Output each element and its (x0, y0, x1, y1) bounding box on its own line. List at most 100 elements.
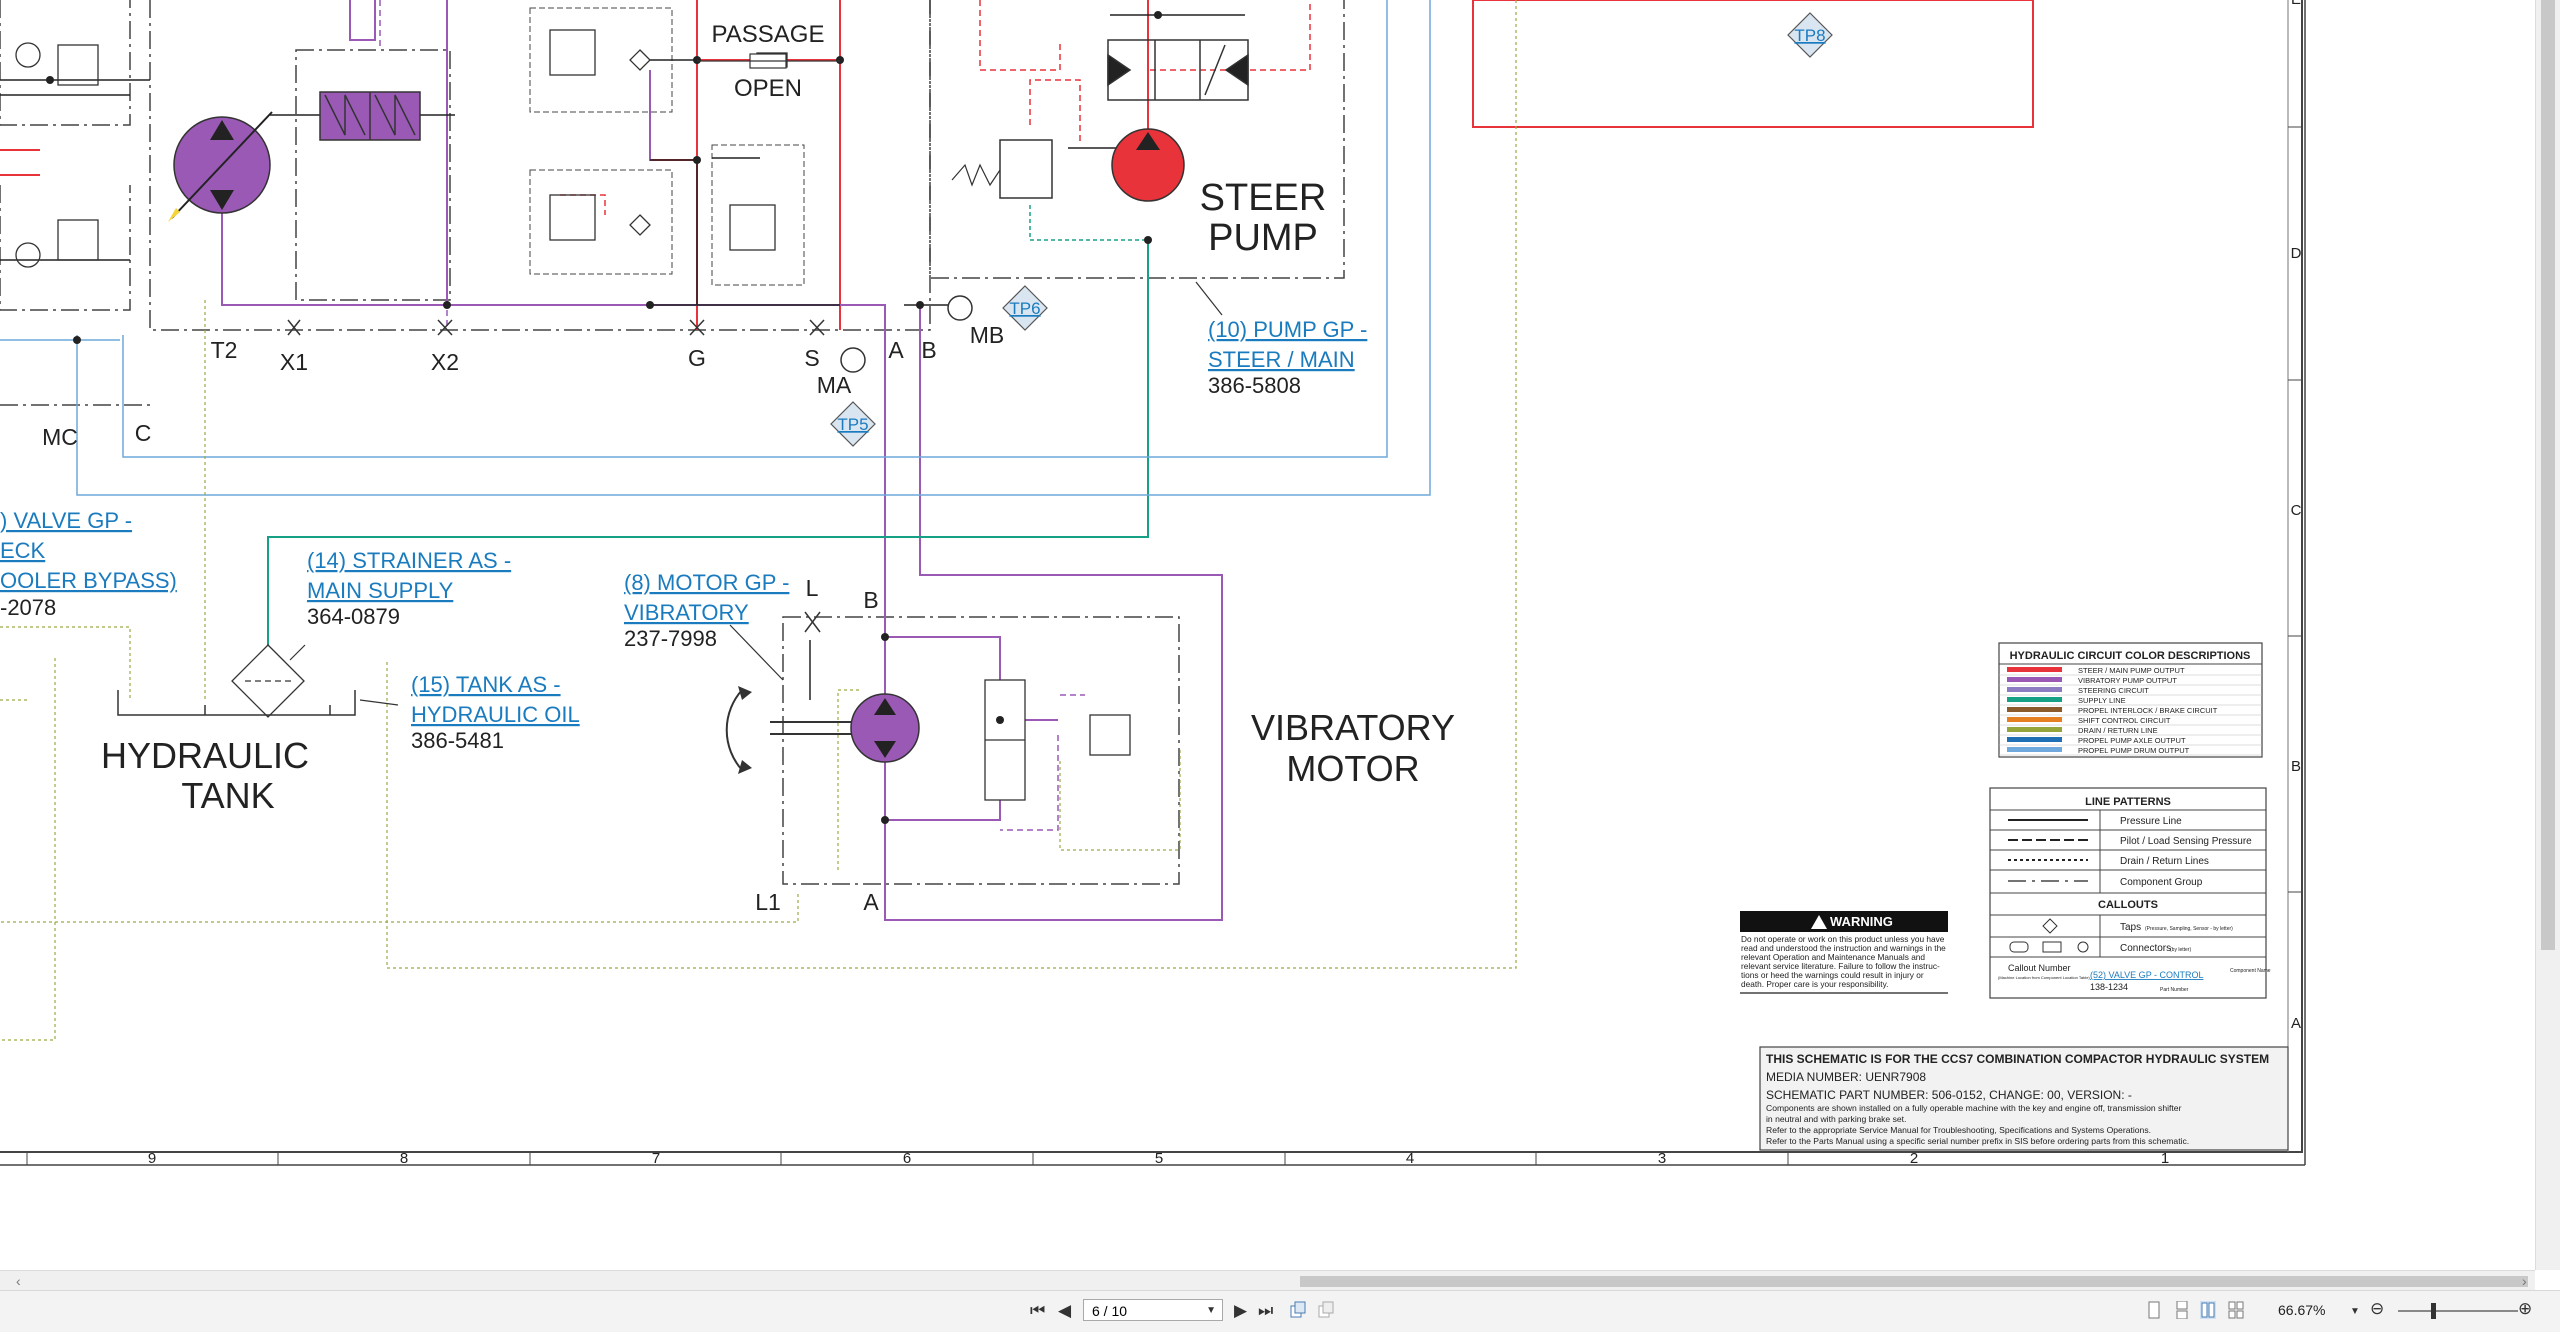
chevron-down-icon[interactable]: ▼ (1206, 1300, 1216, 1322)
hydraulic-tank-symbol (117, 690, 356, 716)
steer-pump-label-2: PUMP (1208, 217, 1318, 259)
grid-col-label: 9 (148, 1150, 156, 1167)
zoom-dropdown-chevron-icon[interactable]: ▼ (2350, 1302, 2360, 1322)
zoom-slider-track[interactable] (2398, 1310, 2518, 1312)
legend-label: DRAIN / RETURN LINE (2078, 726, 2158, 735)
callout-strainer[interactable]: (14) STRAINER AS - (307, 548, 511, 573)
open-label: OPEN (734, 75, 802, 102)
callout-tank-as[interactable]: HYDRAULIC OIL (411, 702, 580, 727)
scroll-left-icon[interactable]: ‹ (16, 1271, 21, 1291)
status-bar: ⏮ ◀ 6 / 10 ▼ ▶ ⏭ 66.67% ▼ ⊖ ⊕ (0, 1290, 2560, 1332)
svg-text:LINE PATTERNS: LINE PATTERNS (2085, 796, 2171, 808)
facing-view-icon[interactable] (2200, 1301, 2216, 1319)
legend-swatch (2007, 747, 2062, 752)
horizontal-scrollbar[interactable]: ‹ › (0, 1270, 2535, 1291)
port-mb-label: MB (970, 322, 1005, 348)
port-x1-label: X1 (280, 349, 308, 375)
document-viewport[interactable]: 9 8 7 6 5 4 3 2 1 E D C B A (0, 0, 2535, 1270)
svg-text:CALLOUTS: CALLOUTS (2098, 899, 2158, 911)
facing-continuous-view-icon[interactable] (2228, 1301, 2244, 1319)
passage-label: PASSAGE (712, 21, 825, 48)
legend-swatch (2007, 667, 2062, 672)
vibratory-motor-label-2: MOTOR (1286, 748, 1419, 789)
vibratory-pump-symbol (168, 111, 273, 222)
svg-text:Components are shown installed: Components are shown installed on a full… (1766, 1103, 2182, 1113)
callout-pump-gp[interactable]: STEER / MAIN (1208, 347, 1355, 372)
svg-text:THIS SCHEMATIC IS FOR THE CCS7: THIS SCHEMATIC IS FOR THE CCS7 COMBINATI… (1766, 1052, 2269, 1066)
legend-swatch (2007, 677, 2062, 682)
svg-text:SCHEMATIC PART NUMBER: 506-015: SCHEMATIC PART NUMBER: 506-0152, CHANGE:… (1766, 1088, 2132, 1102)
callout-valve-gp-part: -2078 (0, 595, 56, 620)
svg-text:Refer to the Parts Manual usin: Refer to the Parts Manual using a specif… (1766, 1136, 2189, 1146)
svg-text:TP8: TP8 (1794, 26, 1825, 45)
legend-swatch (2007, 687, 2062, 692)
vertical-scroll-thumb[interactable] (2541, 0, 2555, 950)
callout-valve-gp[interactable]: ECK (0, 538, 46, 563)
next-view-icon[interactable] (1318, 1301, 1334, 1319)
line-patterns-legend: LINE PATTERNS Pressure Line Pilot / Load… (1989, 787, 2271, 999)
callout-valve-gp[interactable]: ) VALVE GP - (0, 508, 132, 533)
legend-label: VIBRATORY PUMP OUTPUT (2078, 676, 2177, 685)
svg-text:(by letter): (by letter) (2170, 947, 2191, 953)
scroll-right-icon[interactable]: › (2522, 1271, 2527, 1291)
single-page-view-icon[interactable] (2146, 1301, 2162, 1319)
legend-label: SHIFT CONTROL CIRCUIT (2078, 716, 2171, 725)
legend-swatch (2007, 717, 2062, 722)
tap-point-tp8[interactable]: TP8 (1787, 12, 1833, 58)
tap-point-tp5[interactable]: TP5 (830, 401, 876, 447)
svg-text:Taps: Taps (2120, 922, 2141, 933)
legend-label: PROPEL PUMP DRUM OUTPUT (2078, 746, 2190, 755)
legend-label: PROPEL PUMP AXLE OUTPUT (2078, 736, 2186, 745)
callout-strainer[interactable]: MAIN SUPPLY (307, 578, 454, 603)
port-g-label: G (688, 345, 706, 371)
vibratory-motor-symbol (725, 679, 1131, 801)
callout-strainer-part: 364-0879 (307, 604, 400, 629)
motor-port-a-label: A (863, 889, 879, 915)
grid-col-label: 1 (2161, 1150, 2169, 1167)
previous-page-icon[interactable]: ◀ (1058, 1301, 1071, 1321)
legend-label: STEER / MAIN PUMP OUTPUT (2078, 666, 2185, 675)
grid-row-label: B (2291, 758, 2301, 775)
tap-point-tp6[interactable]: TP6 (1002, 285, 1048, 331)
callout-motor-gp[interactable]: VIBRATORY (624, 600, 749, 625)
callout-motor-gp[interactable]: (8) MOTOR GP - (624, 570, 789, 595)
grid-col-label: 3 (1658, 1150, 1666, 1167)
svg-text:(Pressure, Sampling, Sensor -: (Pressure, Sampling, Sensor - by letter) (2145, 926, 2233, 932)
svg-text:Refer to the appropriate Servi: Refer to the appropriate Service Manual … (1766, 1125, 2151, 1135)
svg-text:(52) VALVE GP - CONTROL: (52) VALVE GP - CONTROL (2090, 970, 2204, 980)
legend-label: PROPEL INTERLOCK / BRAKE CIRCUIT (2078, 706, 2218, 715)
next-page-icon[interactable]: ▶ (1234, 1301, 1247, 1321)
continuous-view-icon[interactable] (2174, 1301, 2190, 1319)
port-l-label: L (806, 575, 819, 601)
vertical-scrollbar[interactable] (2535, 0, 2560, 1270)
warning-box: WARNING Do not operate or work on this p… (1740, 911, 1948, 994)
zoom-out-icon[interactable]: ⊖ (2370, 1299, 2384, 1319)
legend-label: SUPPLY LINE (2078, 696, 2126, 705)
title-block: THIS SCHEMATIC IS FOR THE CCS7 COMBINATI… (1759, 1046, 2289, 1151)
motor-port-b-label: B (863, 587, 878, 613)
callout-tank-as[interactable]: (15) TANK AS - (411, 672, 561, 697)
zoom-in-icon[interactable]: ⊕ (2518, 1299, 2532, 1319)
grid-col-label: 8 (400, 1150, 408, 1167)
grid-col-label: 2 (1910, 1150, 1918, 1167)
page-number-field[interactable]: 6 / 10 ▼ (1083, 1299, 1223, 1321)
legend-label: STEERING CIRCUIT (2078, 686, 2149, 695)
callout-valve-gp[interactable]: OOLER BYPASS) (0, 568, 177, 593)
callout-pump-gp[interactable]: (10) PUMP GP - (1208, 317, 1367, 342)
grid-row-label: A (2291, 1015, 2301, 1032)
first-page-icon[interactable]: ⏮ (1030, 1301, 1045, 1321)
port-s-label: S (804, 345, 819, 371)
svg-text:Pressure Line: Pressure Line (2120, 816, 2182, 827)
zoom-slider-handle[interactable] (2431, 1303, 2436, 1319)
grid-col-label: 7 (652, 1150, 660, 1167)
horizontal-scroll-thumb[interactable] (1300, 1276, 2528, 1287)
steer-pump-label-1: STEER (1200, 177, 1327, 219)
svg-text:Drain / Return Lines: Drain / Return Lines (2120, 856, 2209, 867)
grid-row-label: E (2291, 0, 2301, 8)
port-t2-label: T2 (211, 337, 238, 363)
last-page-icon[interactable]: ⏭ (1258, 1301, 1273, 1321)
previous-view-icon[interactable] (1290, 1301, 1306, 1319)
grid-col-label: 5 (1155, 1150, 1163, 1167)
legend-swatch (2007, 737, 2062, 742)
svg-text:TP5: TP5 (837, 415, 868, 434)
